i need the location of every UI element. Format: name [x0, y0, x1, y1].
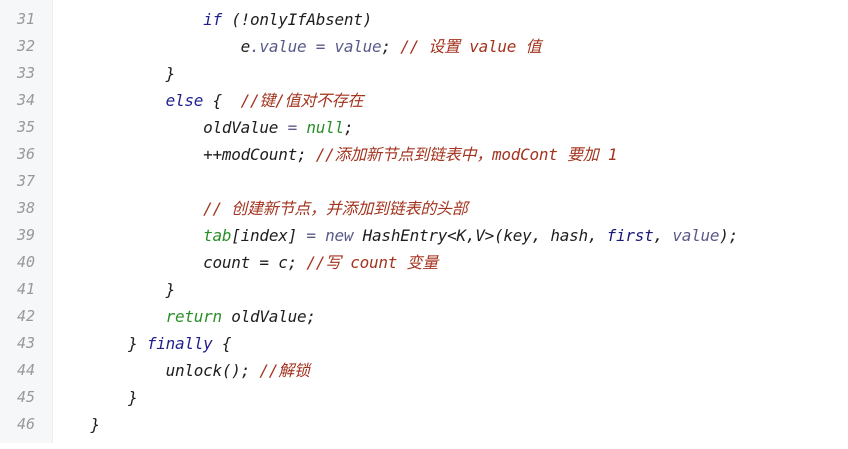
code-line: } — [53, 384, 848, 411]
line-number: 31 — [16, 10, 36, 28]
code-line: e.value = value; // 设置 value 值 — [53, 33, 848, 60]
keyword-else: else — [165, 91, 204, 110]
identifier: e — [240, 37, 251, 56]
code-line: } — [53, 411, 848, 438]
condition: (!onlyIfAbsent) — [221, 10, 373, 29]
keyword-finally: finally — [146, 334, 213, 353]
brace: } — [128, 334, 147, 353]
statement: unlock(); — [165, 361, 260, 380]
code-viewer: 31 32 33 34 35 36 37 38 39 40 41 42 43 4… — [0, 0, 848, 443]
field: .value — [250, 37, 307, 56]
comment: //键/值对不存在 — [240, 91, 364, 110]
code-line: count = c; //写 count 变量 — [53, 249, 848, 276]
code-line: tab[index] = new HashEntry<K,V>(key, has… — [53, 222, 848, 249]
code-line: ++modCount; //添加新节点到链表中，modCont 要加 1 — [53, 141, 848, 168]
identifier: value — [334, 37, 382, 56]
line-number: 40 — [16, 253, 36, 271]
comment: // 设置 value 值 — [400, 37, 542, 56]
keyword-return: return — [165, 307, 223, 326]
return-value: oldValue; — [221, 307, 316, 326]
code-line: unlock(); //解锁 — [53, 357, 848, 384]
comma: , — [653, 226, 673, 245]
code-content[interactable]: if (!onlyIfAbsent) e.value = value; // 设… — [53, 0, 848, 443]
line-number: 34 — [16, 91, 36, 109]
bottom-strip — [0, 443, 848, 449]
brace: } — [165, 280, 176, 299]
line-number: 37 — [16, 172, 36, 190]
comment: //添加新节点到链表中，modCont 要加 1 — [315, 145, 618, 164]
line-number: 41 — [16, 280, 36, 298]
code-line: if (!onlyIfAbsent) — [53, 6, 848, 33]
arguments: (key, hash, — [494, 226, 607, 245]
index-access: [index] — [231, 226, 297, 245]
statement: count = c; — [203, 253, 307, 272]
identifier: oldValue — [203, 118, 279, 137]
line-number: 33 — [16, 64, 36, 82]
brace: { — [203, 91, 241, 110]
code-line: } finally { — [53, 330, 848, 357]
comment: //写 count 变量 — [306, 253, 439, 272]
type-name: HashEntry<K,V> — [353, 226, 495, 245]
line-number-gutter: 31 32 33 34 35 36 37 38 39 40 41 42 43 4… — [0, 0, 53, 443]
line-number: 38 — [16, 199, 36, 217]
code-line: // 创建新节点，并添加到链表的头部 — [53, 195, 848, 222]
line-number: 39 — [16, 226, 36, 244]
code-line: } — [53, 60, 848, 87]
code-line: oldValue = null; — [53, 114, 848, 141]
line-number: 43 — [16, 334, 36, 352]
line-number: 42 — [16, 307, 36, 325]
arguments-close: ); — [719, 226, 738, 245]
code-line: else { //键/值对不存在 — [53, 87, 848, 114]
semicolon: ; — [381, 37, 401, 56]
identifier-value: value — [672, 226, 720, 245]
identifier-first: first — [606, 226, 654, 245]
comment: // 创建新节点，并添加到链表的头部 — [203, 199, 468, 218]
line-number: 44 — [16, 361, 36, 379]
code-line: return oldValue; — [53, 303, 848, 330]
brace: { — [212, 334, 232, 353]
operator: = — [296, 226, 326, 245]
operator: = — [278, 118, 307, 137]
statement: ++modCount; — [203, 145, 316, 164]
line-number: 46 — [16, 415, 36, 433]
brace: } — [90, 415, 101, 434]
line-number: 36 — [16, 145, 36, 163]
semicolon: ; — [343, 118, 354, 137]
identifier-tab: tab — [203, 226, 232, 245]
code-line: } — [53, 276, 848, 303]
literal-null: null — [306, 118, 344, 137]
comment: //解锁 — [259, 361, 310, 380]
operator: = — [306, 37, 335, 56]
line-number: 45 — [16, 388, 36, 406]
keyword-new: new — [325, 226, 354, 245]
brace: } — [165, 64, 176, 83]
line-number: 32 — [16, 37, 36, 55]
keyword-if: if — [203, 10, 222, 29]
brace: } — [128, 388, 138, 407]
line-number: 35 — [16, 118, 36, 136]
